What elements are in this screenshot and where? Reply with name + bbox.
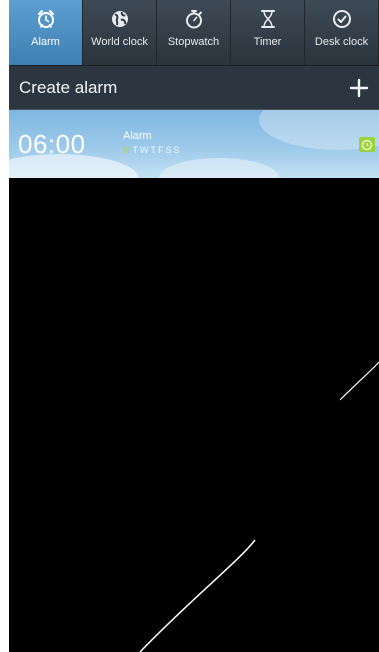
tab-label: Stopwatch	[167, 36, 220, 48]
tab-label: Alarm	[31, 36, 60, 48]
globe-icon	[109, 8, 131, 30]
clock-app-screen: Alarm World clock Stopwatch Timer Desk c…	[9, 0, 379, 652]
tab-bar: Alarm World clock Stopwatch Timer Desk c…	[9, 0, 379, 66]
day-wednesday: W	[140, 145, 151, 155]
tab-alarm[interactable]: Alarm	[9, 0, 83, 65]
alarm-on-icon	[359, 137, 375, 152]
day-sunday: S	[173, 145, 182, 155]
tab-timer[interactable]: Timer	[231, 0, 305, 65]
create-alarm-row[interactable]: Create alarm	[9, 66, 379, 110]
alarm-list-item[interactable]: 06:00 Alarm MTWTFSS	[9, 110, 379, 178]
sky-cloud	[159, 158, 279, 178]
tab-label: World clock	[91, 36, 148, 48]
day-friday: F	[158, 145, 166, 155]
alarm-time: 06:00	[18, 129, 86, 159]
hourglass-icon	[257, 8, 279, 30]
day-saturday: S	[165, 145, 174, 155]
alarm-clock-icon	[35, 8, 57, 30]
tab-desk-clock[interactable]: Desk clock	[305, 0, 379, 65]
tab-stopwatch[interactable]: Stopwatch	[157, 0, 231, 65]
plus-icon	[349, 78, 369, 97]
create-alarm-label: Create alarm	[19, 77, 118, 97]
tab-label: Timer	[253, 36, 282, 48]
alarm-name: Alarm	[123, 130, 152, 142]
alarm-toggle-button[interactable]	[357, 134, 377, 154]
tab-world-clock[interactable]: World clock	[83, 0, 157, 65]
alarm-repeat-days: MTWTFSS	[123, 145, 182, 155]
day-monday: M	[123, 145, 133, 155]
desk-clock-icon	[331, 8, 353, 30]
day-tuesday: T	[132, 145, 140, 155]
add-alarm-button[interactable]	[347, 76, 371, 100]
stopwatch-icon	[183, 8, 205, 30]
tab-label: Desk clock	[314, 36, 369, 48]
day-thursday: T	[150, 145, 158, 155]
